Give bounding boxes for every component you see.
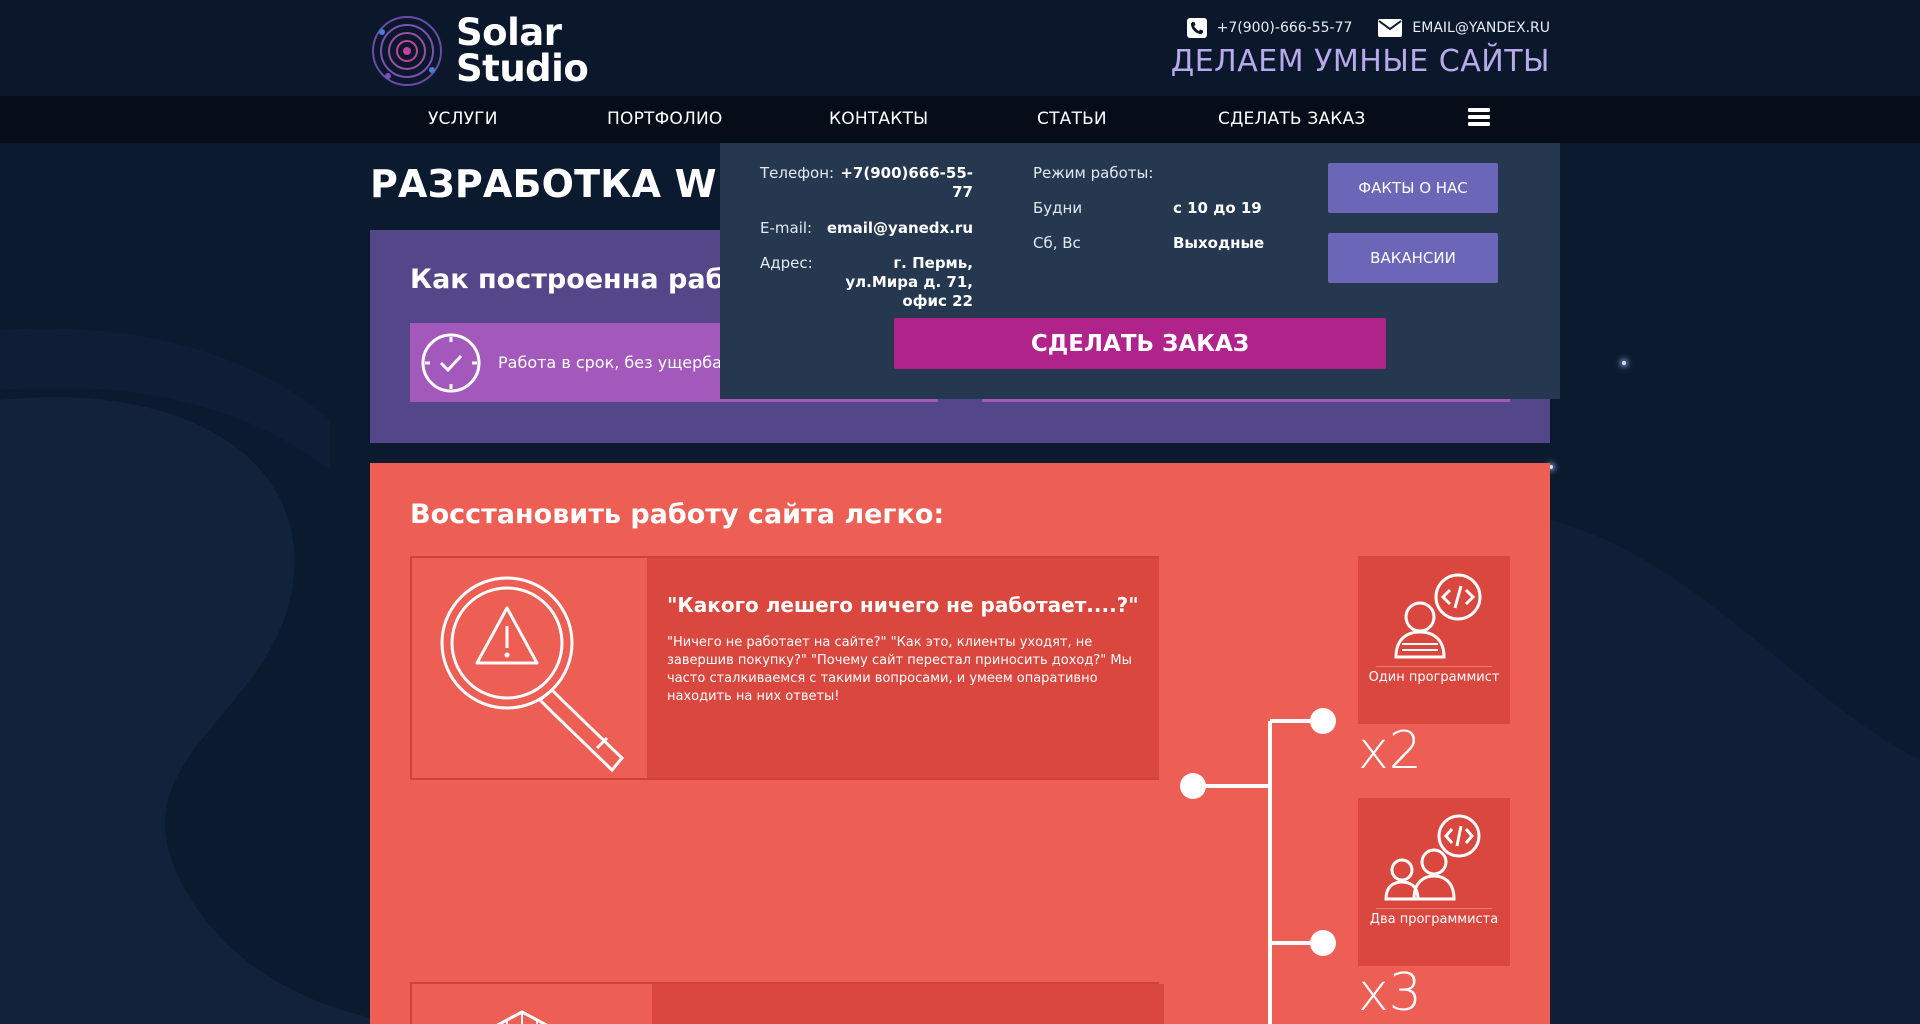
dropdown-address-label: Адрес:: [760, 254, 813, 272]
feature-text: Работа в срок, без ущерба д: [498, 353, 739, 372]
magnifier-warning-icon: [440, 576, 625, 773]
header-phone-text: +7(900)-666-55-77: [1216, 20, 1353, 36]
logo[interactable]: Solar Studio: [370, 11, 589, 90]
header-contacts: +7(900)-666-55-77 EMAIL@YANDEX.RU: [1161, 18, 1550, 38]
header-email-text: EMAIL@YANDEX.RU: [1412, 20, 1550, 36]
second-card: [410, 982, 1164, 1024]
house-icon: [496, 1010, 548, 1024]
nav-item-order[interactable]: СДЕЛАТЬ ЗАКАЗ: [1218, 109, 1365, 129]
two-programmers-icon: [1384, 814, 1481, 901]
clock-check-icon: [421, 333, 481, 392]
dropdown-weekend-value: Выходные: [1173, 234, 1265, 252]
phone-icon: [1186, 18, 1207, 38]
header-slogan: ДЕЛАЕМ УМНЫЕ САЙТЫ: [1170, 44, 1550, 79]
problem-card-title: "Какого лешего ничего не работает....?": [667, 593, 1139, 617]
nav-item-articles[interactable]: СТАТЬИ: [1037, 109, 1107, 129]
nav-item-services[interactable]: УСЛУГИ: [428, 109, 498, 129]
vacancies-button[interactable]: ВАКАНСИИ: [1328, 233, 1498, 283]
mail-icon: [1378, 19, 1403, 37]
programmer-one-card: Один программист: [1358, 556, 1510, 724]
dropdown-email-value[interactable]: email@yanedx.ru: [820, 219, 973, 238]
dropdown-address-value: г. Пермь, ул.Мира д. 71, офис 22: [845, 254, 973, 310]
multiplier-x3: x3: [1358, 963, 1422, 1023]
header-phone[interactable]: +7(900)-666-55-77: [1186, 18, 1353, 38]
logo-icon: [372, 16, 442, 86]
problem-card: "Какого лешего ничего не работает....?" …: [410, 556, 1159, 780]
logo-line-2: Studio: [456, 47, 589, 90]
star-decoration: [1622, 361, 1626, 365]
dropdown-weekdays-label: Будни: [1033, 199, 1083, 217]
restore-section: Восстановить работу сайта легко: "Какого…: [370, 463, 1550, 1024]
restore-section-title: Восстановить работу сайта легко:: [410, 499, 945, 530]
programmer-icon: [1394, 573, 1482, 659]
problem-card-text: "Ничего не работает на сайте?" "Как это,…: [667, 635, 1132, 704]
menu-icon[interactable]: [1468, 108, 1490, 130]
nav-item-portfolio[interactable]: ПОРТФОЛИО: [607, 109, 723, 129]
second-card-body: [652, 984, 1164, 1024]
problem-card-body: "Какого лешего ничего не работает....?" …: [647, 558, 1159, 778]
programmer-two-card: Два программиста: [1358, 798, 1510, 966]
dropdown-weekdays-value: с 10 до 19: [1173, 199, 1262, 217]
logo-line-1: Solar: [456, 11, 562, 54]
header: Solar Studio +7(900)-666-55-77 EMAIL@YAN…: [0, 0, 1920, 96]
main-nav: УСЛУГИ ПОРТФОЛИО КОНТАКТЫ СТАТЬИ СДЕЛАТЬ…: [0, 96, 1920, 143]
programmer-two-label: Два программиста: [1369, 912, 1499, 927]
dropdown-hours-label: Режим работы:: [1033, 164, 1154, 182]
programmer-one-label: Один программист: [1368, 670, 1500, 685]
facts-button[interactable]: ФАКТЫ О НАС: [1328, 163, 1498, 213]
contacts-dropdown: Телефон: +7(900)666-55-77 E-mail: email@…: [720, 143, 1560, 399]
order-button[interactable]: СДЕЛАТЬ ЗАКАЗ: [894, 318, 1386, 369]
dropdown-phone-value[interactable]: +7(900)666-55-77: [820, 164, 973, 202]
multiplier-x2: x2: [1358, 721, 1422, 781]
dropdown-email-label: E-mail:: [760, 219, 813, 237]
dropdown-weekend-label: Сб, Вс: [1033, 234, 1081, 252]
logo-text: Solar Studio: [456, 11, 589, 90]
header-email[interactable]: EMAIL@YANDEX.RU: [1378, 19, 1550, 37]
nav-item-contacts[interactable]: КОНТАКТЫ: [829, 109, 928, 129]
